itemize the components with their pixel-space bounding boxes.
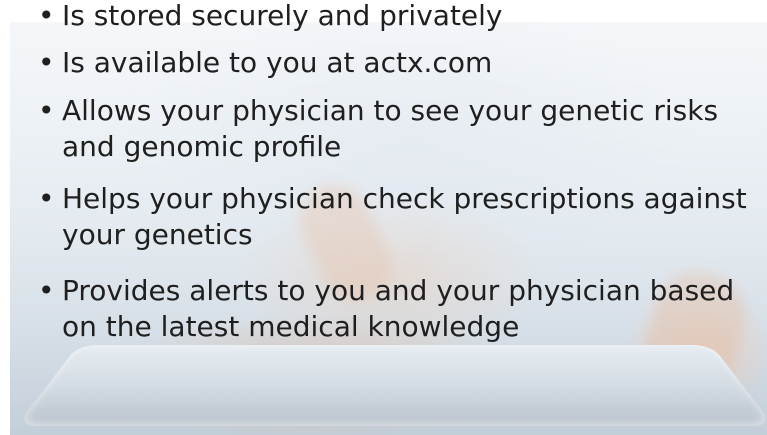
bullet-text: Is available to you at actx.com <box>62 46 493 79</box>
bullet-item: • Is stored securely and privately <box>38 0 748 34</box>
bullet-item: • Provides alerts to you and your physic… <box>38 273 748 345</box>
bullet-text: Helps your physician check prescriptions… <box>62 182 747 251</box>
bullet-item: • Is available to you at actx.com <box>38 45 748 81</box>
bullet-dot-icon: • <box>38 182 55 215</box>
bullet-item: • Helps your physician check prescriptio… <box>38 181 748 253</box>
bullet-dot-icon: • <box>38 274 55 307</box>
bullet-text: Is stored securely and privately <box>62 0 503 32</box>
bullet-text: Provides alerts to you and your physicia… <box>62 274 735 343</box>
feature-bullet-list: • Is stored securely and privately • Is … <box>38 0 748 345</box>
bullet-dot-icon: • <box>38 0 55 32</box>
bullet-dot-icon: • <box>38 94 55 127</box>
bullet-item: • Allows your physician to see your gene… <box>38 93 748 165</box>
bullet-text: Allows your physician to see your geneti… <box>62 94 719 163</box>
bullet-dot-icon: • <box>38 46 55 79</box>
